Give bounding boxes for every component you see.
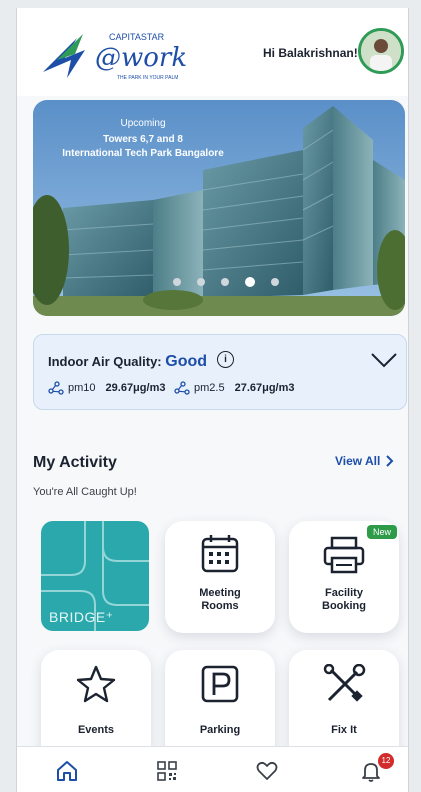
- facility-booking-label: Facility Booking: [289, 587, 399, 613]
- promo-banner[interactable]: Upcoming Towers 6,7 and 8 International …: [33, 100, 405, 316]
- events-label: Events: [77, 724, 115, 736]
- bridge-tile[interactable]: BRIDGE⁺: [41, 521, 149, 631]
- label-line: Meeting: [199, 587, 241, 599]
- parking-label: Parking: [199, 724, 241, 736]
- pm10-reading: pm10 29.67μg/m3: [48, 381, 165, 395]
- star-icon: [76, 665, 116, 703]
- pm25-reading: pm2.5 27.67μg/m3: [174, 381, 295, 395]
- app-header: CAPITASTAR @work THE PARK IN YOUR PALM H…: [17, 8, 408, 96]
- meeting-rooms-tile[interactable]: Meeting Rooms: [165, 521, 275, 633]
- facility-booking-tile[interactable]: New Facility Booking: [289, 521, 399, 633]
- logo-brand: CAPITASTAR: [109, 32, 165, 42]
- carousel-dot[interactable]: [173, 278, 181, 286]
- logo-wordmark: @work: [95, 43, 187, 73]
- chevron-down-icon[interactable]: [370, 351, 398, 369]
- pm25-label: pm2.5: [194, 382, 225, 394]
- app-screen: CAPITASTAR @work THE PARK IN YOUR PALM H…: [16, 8, 409, 792]
- qr-code-icon[interactable]: [155, 759, 179, 783]
- pm25-value: 27.67μg/m3: [234, 382, 295, 394]
- fix-it-label: Fix It: [331, 724, 357, 736]
- carousel-dot[interactable]: [197, 278, 205, 286]
- pm10-label: pm10: [68, 382, 96, 394]
- meeting-rooms-label: Meeting Rooms: [165, 587, 275, 613]
- banner-headline: Towers 6,7 and 8: [103, 134, 183, 145]
- banner-status: Upcoming: [120, 118, 166, 129]
- carousel-dot[interactable]: [221, 278, 229, 286]
- heart-icon[interactable]: [255, 759, 279, 783]
- info-icon[interactable]: i: [217, 351, 234, 368]
- pm10-value: 29.67μg/m3: [105, 382, 166, 394]
- bridge-label: BRIDGE⁺: [49, 609, 114, 625]
- printer-icon: [323, 536, 365, 574]
- air-quality-title: Indoor Air Quality: Good: [48, 353, 207, 371]
- tools-icon: [323, 664, 366, 702]
- user-photo: [361, 31, 401, 71]
- capitastar-logo: CAPITASTAR @work THE PARK IN YOUR PALM: [43, 32, 187, 81]
- section-title: My Activity: [33, 454, 117, 471]
- view-all-link[interactable]: View All: [335, 454, 394, 468]
- carousel-dot-active[interactable]: [245, 277, 255, 287]
- activity-status: You're All Caught Up!: [33, 486, 137, 498]
- molecule-icon: [174, 381, 190, 395]
- label-line: Facility: [325, 587, 363, 599]
- label-line: Rooms: [201, 600, 239, 612]
- air-quality-card[interactable]: Indoor Air Quality: Good i pm10 29.67μg/…: [33, 334, 407, 410]
- parking-icon: [201, 665, 239, 703]
- logo-tagline: THE PARK IN YOUR PALM: [117, 75, 178, 81]
- user-greeting: Hi Balakrishnan!: [263, 46, 358, 60]
- label-line: Booking: [322, 600, 366, 612]
- bottom-nav: 12: [17, 746, 408, 792]
- carousel-dots: [173, 277, 279, 287]
- home-icon[interactable]: [55, 759, 79, 783]
- banner-subheadline: International Tech Park Bangalore: [62, 148, 224, 159]
- avatar[interactable]: [358, 28, 404, 74]
- air-quality-value: Good: [165, 353, 208, 370]
- calendar-icon: [201, 535, 239, 573]
- chevron-right-icon: [386, 455, 394, 467]
- view-all-label: View All: [335, 454, 381, 468]
- carousel-dot[interactable]: [271, 278, 279, 286]
- notification-count-badge: 12: [378, 753, 394, 769]
- air-quality-label: Indoor Air Quality:: [48, 354, 162, 369]
- molecule-icon: [48, 381, 64, 395]
